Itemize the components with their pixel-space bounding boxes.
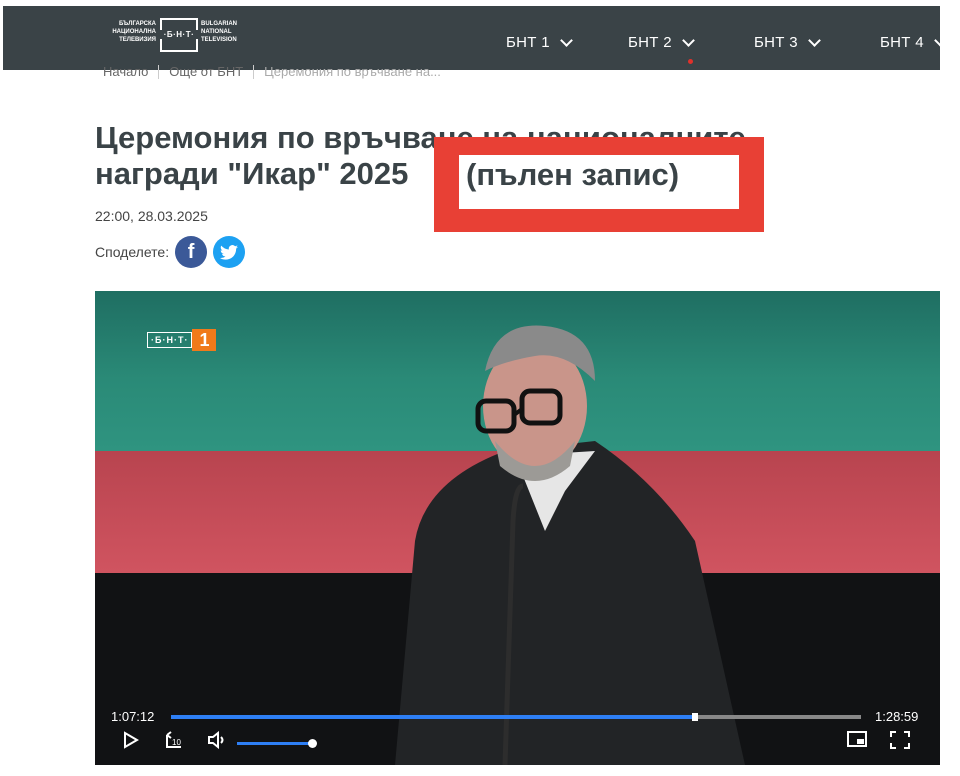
twitter-icon[interactable]	[213, 236, 246, 268]
bnt-logo[interactable]: БЪЛГАРСКА НАЦИОНАЛНА ТЕЛЕВИЗИЯ ·Б·Н·Т· B…	[106, 18, 246, 60]
breadcrumb: Начало Още от БНТ Церемония по връчване …	[103, 64, 441, 79]
svg-text:10: 10	[172, 738, 181, 747]
nav-item-bnt2[interactable]: БНТ 2	[628, 33, 695, 51]
nav-label: БНТ 4	[880, 34, 924, 51]
logo-text-bg: БЪЛГАРСКА НАЦИОНАЛНА ТЕЛЕВИЗИЯ	[112, 21, 156, 43]
site-header: БЪЛГАРСКА НАЦИОНАЛНА ТЕЛЕВИЗИЯ ·Б·Н·Т· B…	[3, 6, 953, 70]
breadcrumb-divider	[158, 64, 160, 79]
chevron-down-icon	[681, 33, 695, 47]
chevron-down-icon	[807, 33, 821, 47]
channel-logo: ·Б·Н·Т· 1	[147, 329, 217, 351]
progress-fill	[171, 715, 692, 719]
nav-label: БНТ 2	[628, 34, 672, 51]
video-player[interactable]: ·Б·Н·Т· 1 1:07:12 1:28:59 10	[95, 291, 940, 765]
logo-mark: ·Б·Н·Т·	[160, 30, 198, 39]
highlight-text: (пълен запис)	[466, 157, 680, 192]
progress-bar[interactable]	[171, 713, 861, 721]
active-indicator	[688, 59, 693, 64]
nav-item-bnt4[interactable]: БНТ 4	[880, 33, 947, 51]
breadcrumb-section[interactable]: Още от БНТ	[169, 64, 243, 79]
channel-logo-text: ·Б·Н·Т·	[147, 332, 193, 348]
play-icon[interactable]	[123, 731, 139, 754]
current-time: 1:07:12	[111, 709, 155, 724]
share-label: Споделете:	[95, 244, 170, 260]
rewind-10-icon[interactable]: 10	[163, 731, 185, 756]
pip-icon[interactable]	[847, 731, 867, 752]
channel-number: 1	[192, 329, 217, 351]
nav-item-bnt1[interactable]: БНТ 1	[506, 33, 573, 51]
nav-label: БНТ 3	[754, 34, 798, 51]
volume-icon[interactable]	[207, 730, 227, 754]
page-edge	[940, 0, 960, 776]
share-bar: Споделете: f	[95, 236, 246, 268]
volume-fill	[237, 742, 311, 745]
chevron-down-icon	[559, 33, 573, 47]
breadcrumb-current: Церемония по връчване на...	[264, 64, 441, 79]
breadcrumb-divider	[253, 64, 255, 79]
video-controls: 1:07:12 1:28:59 10	[95, 691, 940, 765]
breadcrumb-home[interactable]: Начало	[103, 64, 148, 79]
logo-text-en: BULGARIAN NATIONAL TELEVISION	[201, 21, 237, 43]
nav-label: БНТ 1	[506, 34, 550, 51]
duration: 1:28:59	[875, 709, 919, 724]
nav-item-bnt3[interactable]: БНТ 3	[754, 33, 821, 51]
volume-slider[interactable]	[237, 742, 311, 745]
volume-handle[interactable]	[308, 739, 317, 748]
fullscreen-icon[interactable]	[890, 731, 910, 754]
progress-handle[interactable]	[691, 713, 698, 721]
publish-date: 22:00, 28.03.2025	[95, 208, 208, 224]
facebook-icon[interactable]: f	[175, 236, 208, 268]
